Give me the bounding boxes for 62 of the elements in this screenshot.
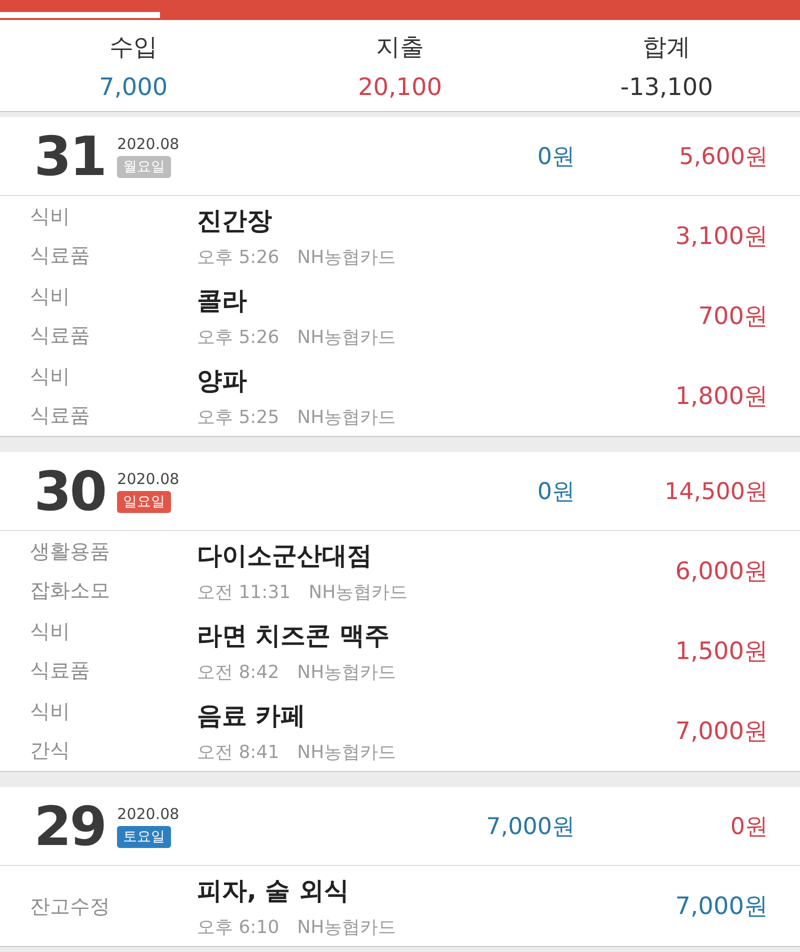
entry-amount: 700원 bbox=[698, 301, 768, 332]
category-label: 식비 bbox=[30, 363, 70, 390]
entry-amount: 1,800원 bbox=[675, 381, 768, 412]
entry-amount: 7,000원 bbox=[675, 716, 768, 747]
income-total: 0원 bbox=[537, 478, 575, 506]
day-number: 29 bbox=[34, 794, 106, 858]
expense-total: 5,600원 bbox=[678, 142, 768, 172]
entry-amount: 7,000원 bbox=[675, 891, 768, 922]
entry-time: 오전 8:42 bbox=[197, 660, 280, 684]
day-number: 31 bbox=[34, 124, 106, 188]
entry-time: 오후 5:26 bbox=[197, 326, 280, 348]
subcategory-label: 식료품 bbox=[30, 657, 90, 684]
entry-title: 라면 치즈콘 맥주 bbox=[197, 620, 390, 652]
weekday-badge: 월요일 bbox=[117, 156, 172, 178]
entry-title: 진간장 bbox=[197, 204, 272, 236]
category-label: 식비 bbox=[30, 283, 70, 310]
income-total: 7,000원 bbox=[486, 812, 575, 842]
entry-account: NH농협카드 bbox=[297, 406, 396, 428]
entry-title: 음료 카페 bbox=[197, 700, 306, 732]
entry-time: 오전 8:41 bbox=[197, 740, 280, 764]
entry-time: 오후 5:26 bbox=[197, 246, 280, 268]
month-label: 2020.08 bbox=[117, 134, 180, 152]
subcategory-label: 잡화소모 bbox=[30, 577, 110, 604]
entry-account: NH농협카드 bbox=[308, 580, 408, 604]
subcategory-label: 식료품 bbox=[30, 402, 90, 429]
entry-account: NH농협카드 bbox=[297, 660, 396, 684]
entry-title: 콜라 bbox=[197, 284, 247, 316]
income-total: 0원 bbox=[537, 142, 575, 172]
weekday-badge: 토요일 bbox=[117, 826, 172, 848]
month-label: 2020.08 bbox=[117, 470, 180, 488]
subcategory-label: 간식 bbox=[30, 737, 70, 764]
category-label: 잔고수정 bbox=[30, 892, 110, 920]
entry-title: 다이소군산대점 bbox=[197, 540, 372, 572]
entry-account: NH농협카드 bbox=[297, 326, 396, 348]
category-label: 식비 bbox=[30, 203, 70, 230]
summary-label: 수입 bbox=[109, 32, 158, 62]
subcategory-label: 식료품 bbox=[30, 322, 90, 349]
category-label: 식비 bbox=[30, 698, 70, 725]
entry-account: NH농협카드 bbox=[297, 246, 396, 268]
entry-time: 오후 6:10 bbox=[197, 916, 280, 938]
expense-total: 0원 bbox=[729, 812, 768, 842]
entry-time: 오후 5:25 bbox=[197, 406, 280, 428]
entry-account: NH농협카드 bbox=[297, 740, 396, 764]
summary-value: 7,000 bbox=[98, 72, 168, 100]
summary-value: 20,100 bbox=[358, 72, 442, 100]
weekday-badge: 일요일 bbox=[117, 490, 172, 512]
entry-amount: 3,100원 bbox=[675, 221, 768, 252]
entry-amount: 6,000원 bbox=[675, 556, 768, 587]
summary-label: 지출 bbox=[376, 32, 424, 62]
entry-account: NH농협카드 bbox=[297, 916, 396, 938]
entry-time: 오전 11:31 bbox=[197, 580, 291, 604]
category-label: 생활용품 bbox=[30, 538, 110, 565]
subcategory-label: 식료품 bbox=[30, 242, 90, 269]
summary-label: 합계 bbox=[642, 32, 691, 62]
month-label: 2020.08 bbox=[117, 804, 180, 822]
day-number: 30 bbox=[34, 460, 106, 522]
entry-title: 양파 bbox=[197, 364, 247, 396]
summary-value: -13,100 bbox=[620, 72, 713, 100]
category-label: 식비 bbox=[30, 618, 70, 645]
expense-total: 14,500원 bbox=[664, 478, 768, 506]
entry-amount: 1,500원 bbox=[675, 636, 768, 667]
entry-title: 피자, 술 외식 bbox=[197, 874, 349, 906]
